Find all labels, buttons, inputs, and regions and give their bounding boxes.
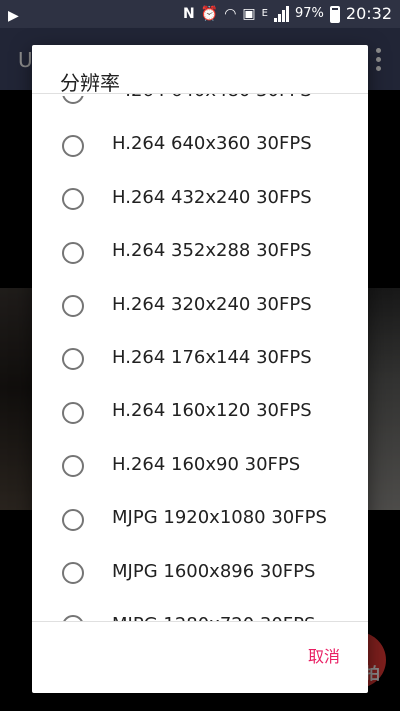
alarm-icon: ⏰ [200,6,219,22]
resolution-option[interactable]: H.264 640x360 30FPS [32,119,368,172]
resolution-list[interactable]: H.264 640x480 30FPS H.264 640x360 30FPS H.… [32,93,368,621]
clock: 20:32 [345,4,392,23]
radio-button[interactable] [62,348,84,371]
wifi-icon: ◠ [224,6,237,22]
radio-button[interactable] [62,188,84,211]
resolution-option-label: H.264 640x360 30FPS [112,133,312,155]
n-icon: N [183,6,195,22]
resolution-option[interactable]: MJPG 1920x1080 30FPS [32,493,368,546]
radio-button[interactable] [62,241,84,264]
status-bar: ▶ N ⏰ ◠ ▣ E 97% 20:32 [0,0,400,28]
network-type-label: E [261,8,268,19]
resolution-option[interactable]: MJPG 1600x896 30FPS [32,547,368,600]
radio-button[interactable] [62,134,84,157]
radio-button[interactable] [62,455,84,478]
resolution-option[interactable]: H.264 176x144 30FPS [32,333,368,386]
resolution-option-label: H.264 320x240 30FPS [112,293,312,315]
radio-button[interactable] [62,295,84,318]
signal-icon [273,6,289,22]
resolution-option[interactable]: H.264 160x120 30FPS [32,386,368,439]
resolution-option[interactable]: H.264 320x240 30FPS [32,280,368,333]
cancel-button[interactable]: 取消 [306,639,342,671]
resolution-option[interactable]: H.264 352x288 30FPS [32,226,368,279]
resolution-option-label: H.264 432x240 30FPS [112,186,312,208]
resolution-option[interactable]: H.264 160x90 30FPS [32,440,368,493]
resolution-option-label: H.264 160x120 30FPS [112,400,312,422]
resolution-option-label: MJPG 1280x720 30FPS [112,614,315,621]
resolution-option[interactable]: H.264 640x480 30FPS [32,93,368,119]
video-camera-icon: ▶ [8,8,19,24]
resolution-option[interactable]: MJPG 1280x720 30FPS [32,600,368,621]
button-divider [32,621,368,622]
radio-button[interactable] [62,508,84,531]
resolution-dialog: 分辨率 H.264 640x480 30FPS H.264 640x360 30F… [32,45,368,693]
resolution-option-label: H.264 352x288 30FPS [112,240,312,262]
resolution-option[interactable]: H.264 432x240 30FPS [32,173,368,226]
radio-button[interactable] [62,562,84,585]
status-icons: N ⏰ ◠ ▣ E 97% 20:32 [183,4,392,24]
resolution-option-label: H.264 640x480 30FPS [112,93,312,101]
battery-icon [329,5,340,23]
resolution-option-label: H.264 176x144 30FPS [112,346,312,368]
radio-button[interactable] [62,401,84,424]
resolution-option-label: MJPG 1920x1080 30FPS [112,507,327,529]
resolution-option-label: H.264 160x90 30FPS [112,453,301,475]
battery-percent: 97% [294,6,324,21]
resolution-option-label: MJPG 1600x896 30FPS [112,560,316,582]
dialog-title: 分辨率 [60,67,126,96]
nfc-icon: ▣ [242,6,256,22]
title-divider [32,93,368,94]
